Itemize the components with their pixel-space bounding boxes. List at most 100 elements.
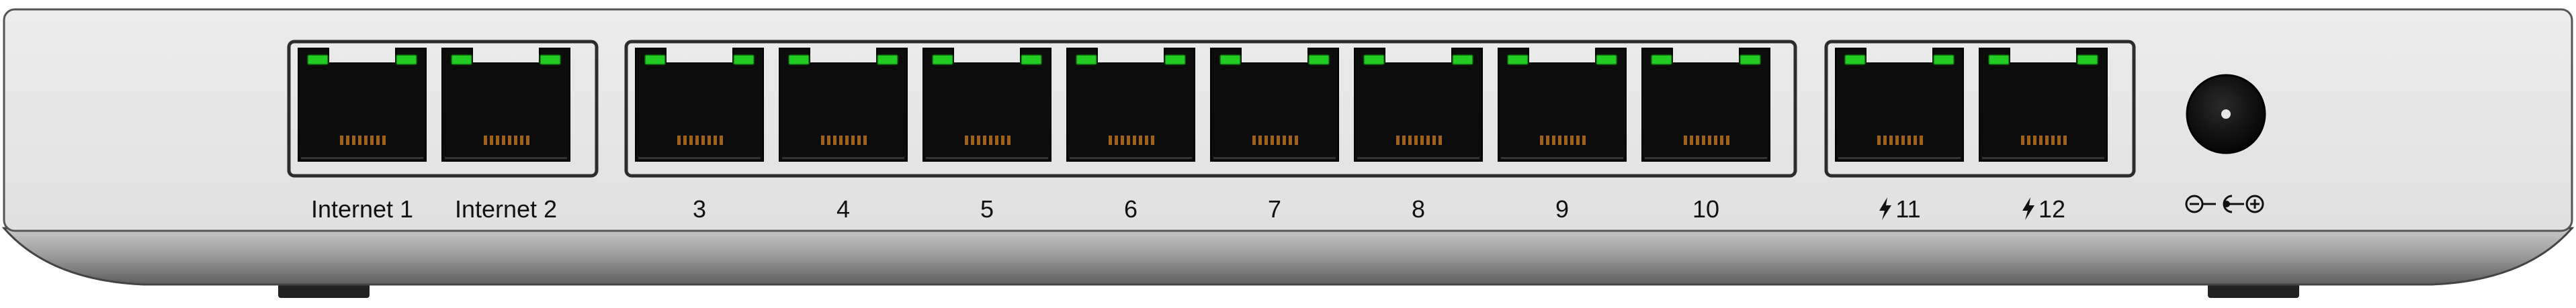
ethernet-port[interactable]: [1979, 48, 2108, 162]
contact-pin: [989, 136, 992, 145]
contact-pin: [1895, 136, 1899, 145]
port-rim: [301, 157, 423, 159]
port-rim: [1070, 157, 1192, 159]
contact-pin: [1402, 136, 1406, 145]
port-label: 9: [1485, 192, 1639, 227]
activity-led: [733, 54, 755, 65]
port-label: 8: [1341, 192, 1496, 227]
link-led: [1844, 54, 1866, 65]
link-led: [644, 54, 666, 65]
port-rim: [1645, 157, 1767, 159]
lightning-bolt-icon: [2022, 197, 2034, 220]
link-led: [1363, 54, 1385, 65]
port-label: Internet 1: [285, 192, 439, 227]
port-rim: [445, 157, 567, 159]
contact-pin: [1414, 136, 1418, 145]
ethernet-port[interactable]: [1066, 48, 1195, 162]
ethernet-port[interactable]: [922, 48, 1051, 162]
port-label-text: 11: [1895, 195, 1921, 223]
contact-pin: [2021, 136, 2024, 145]
port-socket: [635, 48, 764, 162]
contact-pin: [1877, 136, 1881, 145]
contact-pin: [1264, 136, 1268, 145]
contact-pin: [1258, 136, 1262, 145]
contact-pin: [851, 136, 855, 145]
contact-pin: [1558, 136, 1561, 145]
contact-pin: [1121, 136, 1124, 145]
dc-power-jack-icon[interactable]: [2186, 74, 2266, 154]
contact-pin: [1289, 136, 1292, 145]
link-led: [307, 54, 329, 65]
port-label: 5: [910, 192, 1064, 227]
contact-pin: [364, 136, 368, 145]
contact-pin: [995, 136, 998, 145]
contact-pin: [1271, 136, 1274, 145]
port-rim: [1982, 157, 2104, 159]
port-rim: [782, 157, 904, 159]
port-label-text: Internet 1: [310, 195, 414, 223]
contact-pin: [689, 136, 693, 145]
contact-pin: [376, 136, 380, 145]
contact-pin: [1283, 136, 1286, 145]
contact-pin: [821, 136, 824, 145]
activity-led: [1740, 54, 1761, 65]
contact-pin: [983, 136, 986, 145]
port-socket: [1641, 48, 1770, 162]
port-socket: [779, 48, 908, 162]
contact-pin: [1564, 136, 1568, 145]
chassis-base: [1, 227, 2575, 286]
contact-pin: [839, 136, 843, 145]
ethernet-port[interactable]: [635, 48, 764, 162]
port-label-text: 9: [1555, 195, 1570, 223]
link-led: [451, 54, 472, 65]
port-socket: [1498, 48, 1627, 162]
ethernet-port[interactable]: [1835, 48, 1964, 162]
contact-pin: [677, 136, 681, 145]
contact-pin: [340, 136, 343, 145]
contact-pin: [1252, 136, 1256, 145]
contact-pin: [526, 136, 529, 145]
ethernet-port[interactable]: [1498, 48, 1627, 162]
contact-pin: [1540, 136, 1543, 145]
activity-led: [877, 54, 898, 65]
port-socket: [1979, 48, 2108, 162]
contact-pin: [1115, 136, 1118, 145]
contact-pin: [1109, 136, 1112, 145]
activity-led: [1021, 54, 1042, 65]
port-rim: [1838, 157, 1961, 159]
contact-pin: [1139, 136, 1142, 145]
ethernet-port[interactable]: [1210, 48, 1339, 162]
port-socket: [1210, 48, 1339, 162]
contact-pin: [358, 136, 361, 145]
contact-pin: [833, 136, 836, 145]
activity-led: [1452, 54, 1473, 65]
port-label-text: 8: [1411, 195, 1426, 223]
contact-pin: [490, 136, 493, 145]
contact-pin: [1889, 136, 1893, 145]
ethernet-port[interactable]: [1354, 48, 1483, 162]
link-led: [1219, 54, 1241, 65]
link-led: [1988, 54, 2010, 65]
port-rim: [926, 157, 1048, 159]
contact-pin: [1552, 136, 1555, 145]
contact-pin: [508, 136, 511, 145]
contact-pin: [1720, 136, 1723, 145]
port-label: 3: [622, 192, 777, 227]
activity-led: [396, 54, 417, 65]
contact-pin: [1570, 136, 1574, 145]
ethernet-port[interactable]: [1641, 48, 1770, 162]
ethernet-port[interactable]: [441, 48, 570, 162]
port-label: 11: [1822, 192, 1977, 227]
ethernet-port[interactable]: [779, 48, 908, 162]
port-socket: [922, 48, 1051, 162]
activity-led: [540, 54, 561, 65]
contact-pin: [2051, 136, 2055, 145]
contact-pin: [2027, 136, 2030, 145]
contact-pin: [1432, 136, 1436, 145]
port-label: 12: [1966, 192, 2120, 227]
activity-led: [1596, 54, 1617, 65]
contact-pin: [1726, 136, 1729, 145]
contact-pin: [707, 136, 711, 145]
ethernet-port[interactable]: [298, 48, 427, 162]
port-label: 6: [1054, 192, 1208, 227]
